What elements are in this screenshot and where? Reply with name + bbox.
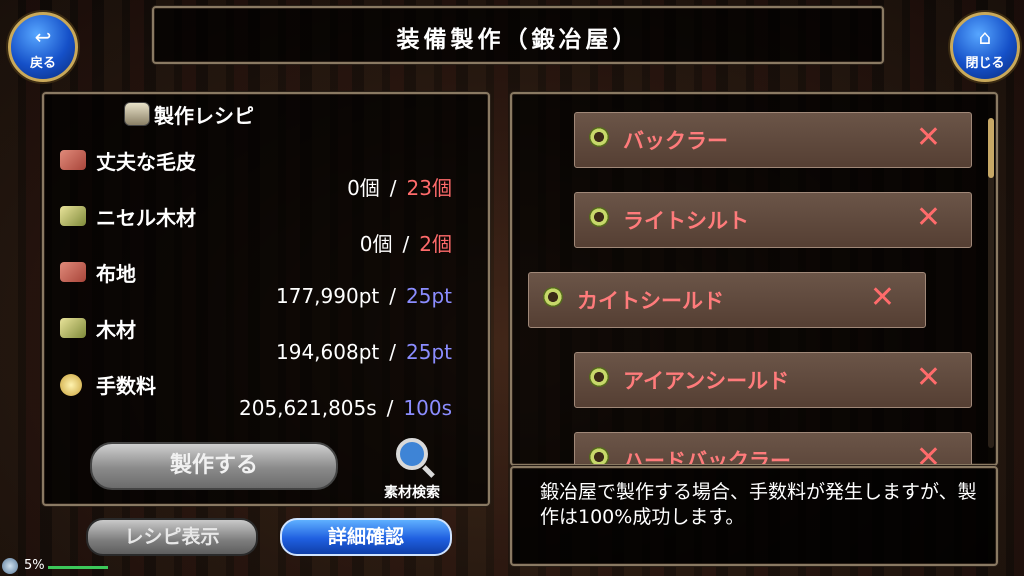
material-required: 100s	[403, 396, 452, 420]
unavailable-x-icon: ✕	[915, 120, 941, 155]
status-value: 5%	[24, 558, 45, 573]
material-name: ニセル木材	[96, 206, 196, 230]
equipment-list-panel: バックラー ✕ ライトシルト ✕ カイトシールド ✕ アイアンシールド ✕ ハー…	[510, 92, 998, 466]
recipe-scroll-icon	[124, 102, 150, 126]
magnifier-icon	[396, 438, 428, 470]
fur-icon	[60, 150, 86, 170]
cloth-icon	[60, 262, 86, 282]
unavailable-x-icon: ✕	[915, 200, 941, 235]
material-required: 2個	[419, 232, 452, 256]
shield-ring-icon	[589, 367, 609, 387]
back-button[interactable]: ↩ 戻る	[8, 12, 78, 82]
material-name: 手数料	[96, 374, 156, 398]
material-quantity: 205,621,805s / 100s	[239, 396, 452, 420]
material-name: 布地	[96, 262, 136, 286]
lumber-icon	[60, 206, 86, 226]
list-item[interactable]: ライトシルト ✕	[574, 192, 972, 248]
back-arrow-icon: ↩	[34, 25, 52, 49]
status-progress-bar	[48, 566, 108, 569]
detail-button[interactable]: 詳細確認	[280, 518, 452, 556]
info-message: 鍛冶屋で製作する場合、手数料が発生しますが、製作は100%成功します。	[540, 481, 977, 528]
material-name: 丈夫な毛皮	[96, 150, 196, 174]
quantity-separator: /	[402, 232, 410, 256]
material-required: 25pt	[406, 284, 452, 308]
item-name: ハードバックラー	[623, 449, 791, 466]
material-required: 25pt	[406, 340, 452, 364]
list-item-selected[interactable]: カイトシールド ✕	[528, 272, 926, 328]
title-bar: 装備製作（鍛冶屋）	[152, 6, 884, 64]
list-scrollbar[interactable]	[988, 118, 994, 448]
shield-ring-icon	[589, 207, 609, 227]
globe-icon	[2, 558, 18, 574]
material-name: 木材	[96, 318, 136, 342]
material-quantity: 177,990pt / 25pt	[276, 284, 452, 308]
craft-button[interactable]: 製作する	[90, 442, 338, 490]
material-have: 0個	[347, 176, 380, 200]
wood-icon	[60, 318, 86, 338]
coin-icon	[60, 374, 82, 396]
recipe-panel: 製作レシピ 丈夫な毛皮 0個 / 23個 ニセル木材 0個 / 2個 布地 177,99…	[42, 92, 490, 506]
item-name: ライトシルト	[623, 209, 749, 233]
material-have: 0個	[359, 232, 393, 256]
material-quantity: 0個 / 2個	[360, 228, 452, 257]
unavailable-x-icon: ✕	[915, 360, 941, 395]
recipe-view-button[interactable]: レシピ表示	[86, 518, 258, 556]
unavailable-x-icon: ✕	[915, 440, 941, 466]
material-have: 205,621,805s	[239, 396, 377, 420]
scrollbar-thumb[interactable]	[988, 118, 994, 178]
shield-ring-icon	[589, 127, 609, 147]
back-button-label: 戻る	[29, 56, 56, 71]
quantity-separator: /	[389, 340, 396, 364]
list-item[interactable]: バックラー ✕	[574, 112, 972, 168]
shield-ring-icon	[543, 287, 563, 307]
material-have: 177,990pt	[276, 284, 380, 308]
item-name: カイトシールド	[577, 289, 724, 313]
unavailable-x-icon: ✕	[869, 280, 895, 315]
page-title: 装備製作（鍛冶屋）	[396, 27, 640, 53]
material-search-label: 素材検索	[384, 485, 440, 501]
material-quantity: 194,608pt / 25pt	[276, 340, 452, 364]
quantity-separator: /	[389, 176, 397, 200]
material-quantity: 0個 / 23個	[347, 172, 452, 201]
quantity-separator: /	[386, 396, 394, 420]
material-have: 194,608pt	[276, 340, 380, 364]
close-button[interactable]: ⌂ 閉じる	[950, 12, 1020, 82]
info-panel: 鍛冶屋で製作する場合、手数料が発生しますが、製作は100%成功します。	[510, 466, 998, 566]
recipe-heading: 製作レシピ	[154, 104, 254, 128]
item-name: バックラー	[623, 129, 728, 153]
material-search-button[interactable]: 素材検索	[372, 438, 452, 502]
quantity-separator: /	[389, 284, 396, 308]
home-icon: ⌂	[978, 25, 992, 49]
close-button-label: 閉じる	[965, 56, 1005, 71]
item-name: アイアンシールド	[623, 369, 790, 393]
shield-ring-icon	[589, 447, 609, 464]
material-required: 23個	[406, 176, 452, 200]
list-item[interactable]: ハードバックラー ✕	[574, 432, 972, 466]
list-item[interactable]: アイアンシールド ✕	[574, 352, 972, 408]
